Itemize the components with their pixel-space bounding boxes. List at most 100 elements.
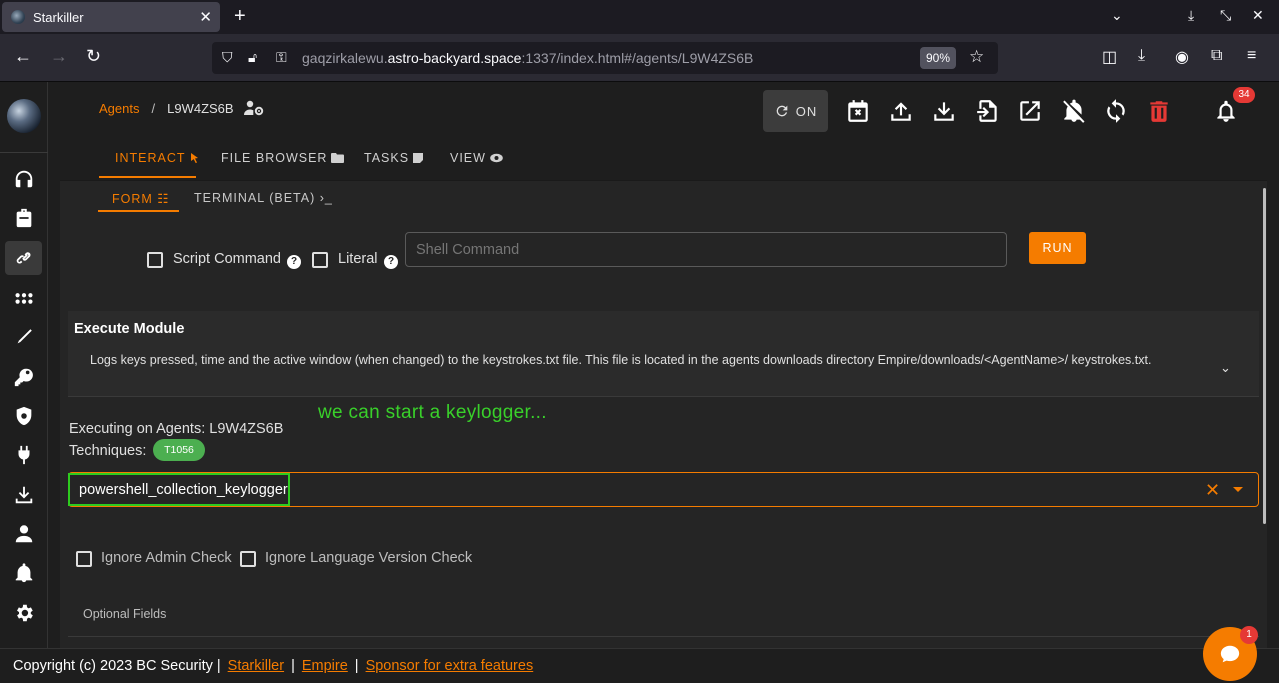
zoom-level[interactable]: 90% xyxy=(920,47,956,69)
new-tab-icon[interactable]: + xyxy=(234,5,246,28)
execute-module-title: Execute Module xyxy=(74,321,185,337)
refresh-button[interactable] xyxy=(1103,98,1129,124)
help-icon[interactable]: ? xyxy=(287,255,301,269)
sidebar-item-modules[interactable] xyxy=(5,281,42,315)
upload-button[interactable] xyxy=(888,98,914,124)
ignore-admin-check-checkbox[interactable] xyxy=(76,551,92,567)
optional-fields-label[interactable]: Optional Fields xyxy=(83,607,166,621)
starkiller-link[interactable]: Starkiller xyxy=(228,658,284,674)
restore-icon[interactable]: ⤡ xyxy=(1220,7,1231,24)
empire-link[interactable]: Empire xyxy=(302,658,348,674)
footer: Copyright (c) 2023 BC Security | Starkil… xyxy=(0,648,1279,683)
sidebar-divider xyxy=(0,152,48,153)
selected-module-value: powershell_collection_keylogger xyxy=(79,482,288,498)
open-external-button[interactable] xyxy=(1017,98,1043,124)
script-command-label: Script Command xyxy=(173,251,281,267)
delete-agent-button[interactable] xyxy=(1146,98,1172,124)
mute-notifications-button[interactable] xyxy=(1061,98,1087,124)
agent-on-toggle-button[interactable]: ON xyxy=(763,90,828,132)
permissions-key-icon[interactable]: ⚿ xyxy=(276,49,287,66)
literal-checkbox[interactable] xyxy=(312,252,328,268)
bell-icon xyxy=(15,563,32,583)
grid-dots-icon xyxy=(14,293,33,304)
shield-gear-icon xyxy=(16,406,31,426)
trash-icon xyxy=(1150,101,1168,122)
script-command-checkbox[interactable] xyxy=(147,252,163,268)
run-button[interactable]: RUN xyxy=(1029,232,1086,264)
breadcrumb-agents-link[interactable]: Agents xyxy=(99,101,139,116)
literal-label: Literal xyxy=(338,251,378,267)
app-sidebar xyxy=(0,82,48,648)
chevron-down-icon[interactable]: ⌄ xyxy=(1220,360,1231,376)
subtab-terminal[interactable]: TERMINAL (BETA) ›_ xyxy=(194,191,333,205)
note-icon xyxy=(413,153,424,163)
active-subtab-indicator xyxy=(98,210,179,212)
panel-scrollbar[interactable] xyxy=(1263,188,1266,524)
shield-icon[interactable]: ⛉ xyxy=(222,49,233,66)
lock-warning-icon[interactable]: 🔓︎ xyxy=(248,49,257,66)
user-cog-icon[interactable] xyxy=(243,100,264,116)
help-icon[interactable]: ? xyxy=(384,255,398,269)
sidebar-item-credentials[interactable] xyxy=(5,360,42,394)
breadcrumb: Agents / L9W4ZS6B xyxy=(99,100,264,116)
subtab-form[interactable]: FORM ☷ xyxy=(112,191,170,206)
sidebar-item-users[interactable] xyxy=(5,517,42,551)
menu-icon[interactable]: ≡ xyxy=(1247,47,1256,65)
sidebar-item-settings[interactable] xyxy=(5,596,42,630)
sidebar-item-malleable-profiles[interactable] xyxy=(5,399,42,433)
chat-badge: 1 xyxy=(1240,626,1258,644)
shell-command-input[interactable] xyxy=(405,232,1007,267)
url-bar[interactable]: ⛉ 🔓︎ ⚿ gaqzirkalewu.astro-backyard.space… xyxy=(212,42,998,74)
technique-chip[interactable]: T1056 xyxy=(153,439,205,461)
tab-tasks[interactable]: TASKS xyxy=(364,151,424,165)
link-icon xyxy=(16,252,31,264)
browser-tab[interactable]: Starkiller ✕ xyxy=(2,2,220,32)
sidebar-item-plugins[interactable] xyxy=(5,438,42,472)
sponsor-link[interactable]: Sponsor for extra features xyxy=(366,658,534,674)
dropdown-caret-icon[interactable] xyxy=(1233,487,1243,492)
minimize-icon[interactable]: ⤓ xyxy=(1188,7,1194,24)
ignore-admin-check-label: Ignore Admin Check xyxy=(101,550,232,566)
forward-icon[interactable]: → xyxy=(50,46,68,67)
tab-list-chevron-icon[interactable]: ⌄ xyxy=(1111,7,1123,24)
download-button[interactable] xyxy=(931,98,957,124)
pen-icon xyxy=(17,329,32,344)
tab-view[interactable]: VIEW xyxy=(450,151,503,165)
footer-separator: | xyxy=(354,658,359,674)
starkiller-logo[interactable] xyxy=(7,99,41,133)
calendar-remove-icon xyxy=(848,100,868,122)
file-import-button[interactable] xyxy=(975,98,1001,124)
console-icon: ›_ xyxy=(319,191,333,205)
sidebar-item-listeners[interactable] xyxy=(5,162,42,196)
downloads-icon[interactable]: ⤓ xyxy=(1138,47,1145,65)
reload-icon[interactable]: ↻ xyxy=(86,46,101,67)
bell-off-icon xyxy=(1063,99,1085,123)
window-close-icon[interactable]: ✕ xyxy=(1252,7,1264,24)
account-icon[interactable]: ◉ xyxy=(1175,47,1189,67)
notification-count-badge: 34 xyxy=(1233,87,1255,103)
notifications-button[interactable] xyxy=(1213,98,1239,124)
kill-date-button[interactable] xyxy=(845,98,871,124)
back-icon[interactable]: ← xyxy=(14,46,32,67)
tab-interact[interactable]: INTERACT xyxy=(115,151,200,165)
executing-on-agents: Executing on Agents: L9W4ZS6B xyxy=(69,421,284,437)
tab-file-browser[interactable]: FILE BROWSER xyxy=(221,151,345,165)
sidebar-item-stagers[interactable] xyxy=(5,201,42,235)
open-in-new-icon xyxy=(1020,101,1040,121)
list-check-icon: ☷ xyxy=(157,192,170,206)
active-tab-indicator xyxy=(99,176,196,178)
pocket-icon[interactable]: ◫ xyxy=(1102,47,1117,67)
bookmark-star-icon[interactable]: ☆ xyxy=(969,47,984,67)
sidebar-item-plugins-tools[interactable] xyxy=(5,320,42,354)
gear-icon xyxy=(16,604,33,622)
ignore-language-check-checkbox[interactable] xyxy=(240,551,256,567)
sync-icon xyxy=(1107,99,1125,123)
tab-close-icon[interactable]: ✕ xyxy=(199,8,212,26)
extensions-icon[interactable]: ⧉ xyxy=(1211,47,1222,65)
clear-icon[interactable]: ✕ xyxy=(1205,480,1220,501)
on-label: ON xyxy=(795,103,818,119)
folder-icon xyxy=(331,153,345,163)
sidebar-item-downloads[interactable] xyxy=(5,478,42,512)
sidebar-item-agents[interactable] xyxy=(5,241,42,275)
sidebar-item-notifications[interactable] xyxy=(5,556,42,590)
